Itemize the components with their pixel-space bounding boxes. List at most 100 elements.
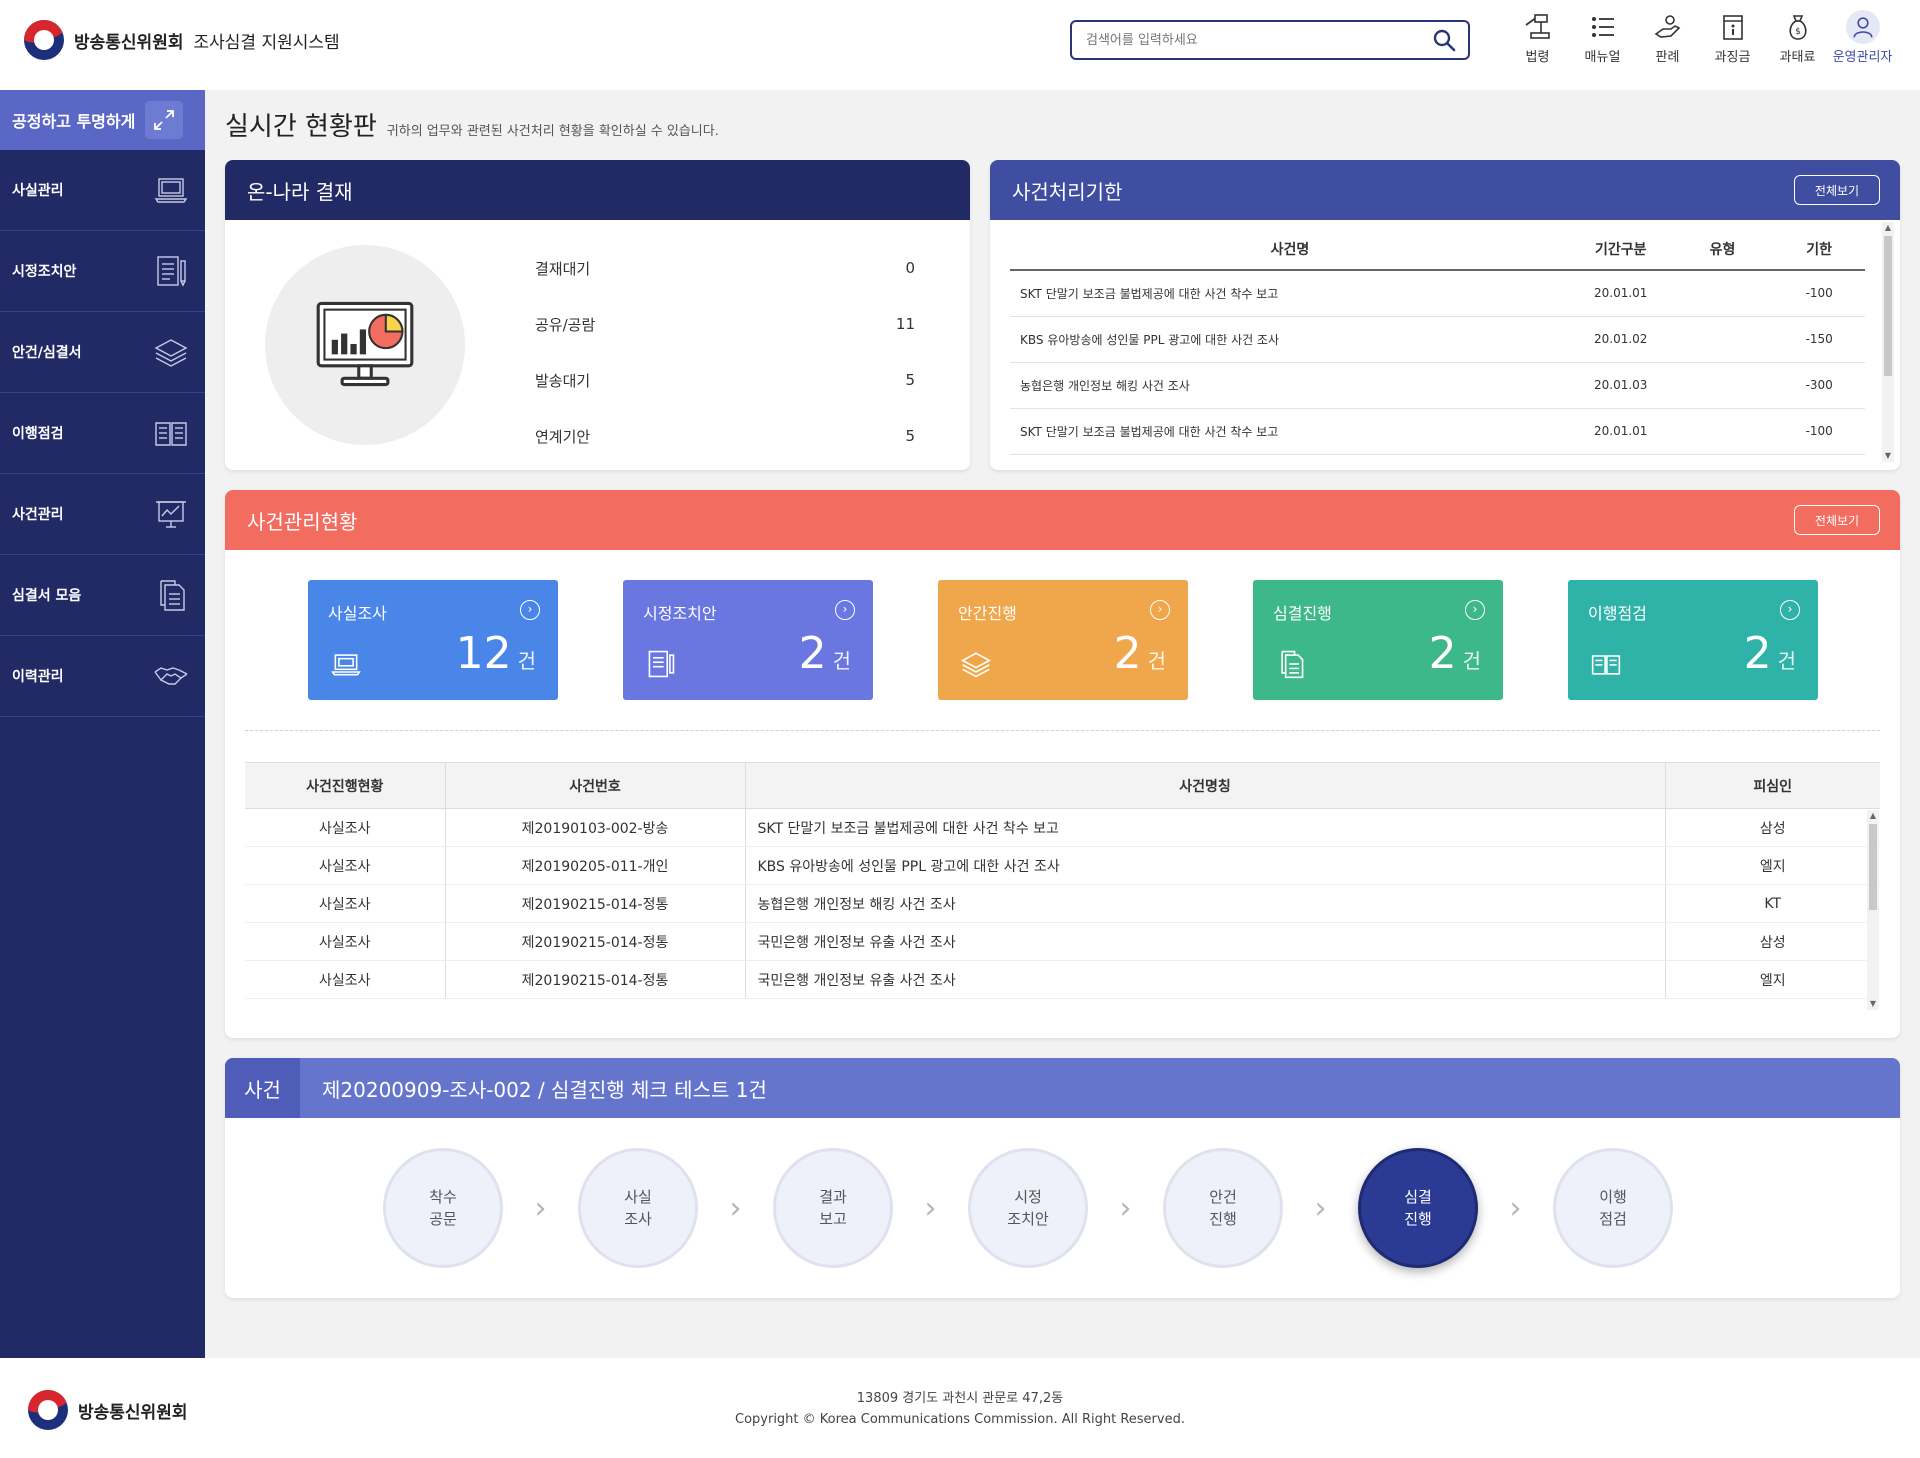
col-case-title[interactable]: 사건명칭 [745,762,1666,809]
step-result-report[interactable]: 결과 보고 [773,1148,893,1268]
nav-penalty[interactable]: 과징금 [1700,12,1765,65]
nav-label: 과징금 [1714,50,1751,65]
nav-admin-user[interactable]: 운영관리자 [1830,10,1895,65]
document-pen-icon [157,256,186,287]
step-start-notice[interactable]: 착수 공문 [383,1148,503,1268]
tile-number: 2 [1428,628,1457,679]
table-row[interactable]: SKT 단말기 보조금 불법제공에 대한 사건 착수 보고 20.01.01 -10… [1010,270,1865,317]
case-table-scrollbar[interactable]: ▲ ▼ [1867,810,1879,1010]
table-row[interactable]: 사실조사 제20190205-011-개인 KBS 유아방송에 성인물 PPL 광고… [245,846,1880,885]
col-status[interactable]: 사건진행현황 [245,762,446,809]
tile-number: 2 [1113,628,1142,679]
scroll-thumb[interactable] [1884,236,1892,376]
step-fact-investigation[interactable]: 사실 조사 [578,1148,698,1268]
col-respondent[interactable]: 피심인 [1665,762,1880,809]
approval-value: 5 [905,371,915,389]
tile-unit: 건 [517,649,536,673]
search-input[interactable] [1072,22,1412,58]
cell-respondent: 엘지 [1665,846,1880,885]
tile-label: 심결진행 [1273,604,1332,623]
step-decision-active[interactable]: 심결 진행 [1358,1148,1478,1268]
approval-row[interactable]: 발송대기 5 [535,352,915,408]
scroll-up-icon[interactable]: ▲ [1882,222,1894,234]
deadline-scrollbar[interactable]: ▲ ▼ [1882,222,1894,462]
table-row[interactable]: 사실조사 제20190215-014-정통 농협은행 개인정보 해킹 사건 조사 KT [245,884,1880,923]
nav-manual[interactable]: 매뉴얼 [1570,12,1635,65]
process-title: 제20200909-조사-002 / 심결진행 체크 테스트 1건 [322,1077,767,1102]
nav-fine[interactable]: $ 과태료 [1765,12,1830,65]
cell-respondent: 엘지 [1665,960,1880,999]
footer-logo[interactable]: 방송통신위원회 [28,1390,187,1430]
deadline-header: 사건처리기한 전체보기 [990,160,1900,220]
page-title: 실시간 현황판 [225,112,377,142]
sidebar-item-agenda[interactable]: 안건/심결서 [0,312,205,393]
approval-row[interactable]: 결재대기 0 [535,240,915,296]
nav-law[interactable]: 법령 [1505,12,1570,65]
chevron-right-circle-icon: › [1465,600,1485,620]
scroll-thumb[interactable] [1869,824,1877,910]
tile-decision[interactable]: 심결진행 › 2건 [1253,580,1503,700]
logo[interactable]: 방송통신위원회 조사심결 지원시스템 [24,20,340,60]
approval-header: 온-나라 결재 [225,160,970,220]
step-correction[interactable]: 시정 조치안 [968,1148,1088,1268]
chevron-right-circle-icon: › [835,600,855,620]
search-icon[interactable] [1432,28,1456,52]
col-due[interactable]: 기한 [1773,228,1865,271]
sidebar-item-inspection[interactable]: 이행점검 [0,393,205,474]
approval-value: 11 [895,315,915,333]
page-subtitle: 귀하의 업무와 관련된 사건처리 현황을 확인하실 수 있습니다. [386,124,719,139]
footer: 13809 경기도 과천시 관문로 47,2동 Copyright © Kore… [0,1358,1920,1458]
approval-row[interactable]: 공유/공람 11 [535,296,915,352]
org-name: 방송통신위원회 [74,32,184,53]
sidebar-item-decisions[interactable]: 심결서 모음 [0,555,205,636]
cell-due: -100 [1773,408,1865,455]
col-case-name[interactable]: 사건명 [1010,228,1570,271]
laptop-icon [154,178,188,203]
deadline-view-all-button[interactable]: 전체보기 [1794,175,1880,205]
scroll-up-icon[interactable]: ▲ [1867,810,1879,822]
expand-button[interactable] [145,101,184,139]
table-row[interactable]: 농협은행 개인정보 해킹 사건 조사 20.01.03 -300 [1010,362,1865,409]
sidebar-item-case[interactable]: 사건관리 [0,474,205,555]
sidebar-item-fact[interactable]: 사실관리 [0,150,205,231]
footer-org-name: 방송통신위원회 [78,1402,188,1423]
sidebar-item-correction[interactable]: 시정조치안 [0,231,205,312]
step-inspection[interactable]: 이행 점검 [1553,1148,1673,1268]
chevron-right-circle-icon: › [1780,600,1800,620]
sidebar-item-history[interactable]: 이력관리 [0,636,205,717]
approval-illustration [265,245,465,445]
col-number[interactable]: 사건번호 [445,762,746,809]
col-period[interactable]: 기간구분 [1569,228,1672,271]
book-icon [1591,655,1621,675]
table-header-row: 사건진행현황 사건번호 사건명칭 피심인 [245,762,1880,809]
scroll-down-icon[interactable]: ▼ [1867,998,1879,1010]
chevron-right-icon: › [924,1190,937,1226]
cell-title: KBS 유아방송에 성인물 PPL 광고에 대한 사건 조사 [745,846,1666,885]
sidebar-item-label: 시정조치안 [12,264,77,280]
sidebar-item-label: 안건/심결서 [12,345,82,361]
approval-list: 결재대기 0 공유/공람 11 발송대기 5 연계기안 5 [535,240,915,464]
tile-agenda[interactable]: 안간진행 › 2건 [938,580,1188,700]
step-agenda[interactable]: 안건 진행 [1163,1148,1283,1268]
tile-label: 안간진행 [958,604,1017,623]
case-view-all-button[interactable]: 전체보기 [1794,505,1880,535]
col-type[interactable]: 유형 [1671,228,1774,271]
tile-label: 사실조사 [328,604,387,623]
tile-fact-investigation[interactable]: 사실조사 › 12 건 [308,580,558,700]
tile-correction[interactable]: 시정조치안 › 2건 [623,580,873,700]
approval-row[interactable]: 연계기안 5 [535,408,915,464]
table-row[interactable]: SKT 단말기 보조금 불법제공에 대한 사건 착수 보고 20.01.01 -10… [1010,408,1865,455]
nav-precedent[interactable]: 판례 [1635,12,1700,65]
table-row[interactable]: 사실조사 제20190103-002-방송 SKT 단말기 보조금 불법제공에 대한… [245,808,1880,847]
table-row[interactable]: 사실조사 제20190215-014-정통 국민은행 개인정보 유출 사건 조사 삼성 [245,922,1880,961]
scroll-down-icon[interactable]: ▼ [1882,450,1894,462]
tile-inspection[interactable]: 이행점검 › 2건 [1568,580,1818,700]
table-row[interactable]: 사실조사 제20190215-014-정통 국민은행 개인정보 유출 사건 조사 엘지 [245,960,1880,999]
footer-address-block: 13809 경기도 과천시 관문로 47,2동 Copyright © Kore… [0,1388,1920,1430]
user-icon [1852,17,1873,38]
sidebar-item-label: 사실관리 [12,183,64,199]
table-row[interactable]: KBS 유아방송에 성인물 PPL 광고에 대한 사건 조사 20.01.02 -1… [1010,316,1865,363]
cell-name: SKT 단말기 보조금 불법제공에 대한 사건 착수 보고 [1010,270,1570,317]
cell-name: SKT 단말기 보조금 불법제공에 대한 사건 착수 보고 [1010,408,1570,455]
cell-status: 사실조사 [245,884,446,923]
